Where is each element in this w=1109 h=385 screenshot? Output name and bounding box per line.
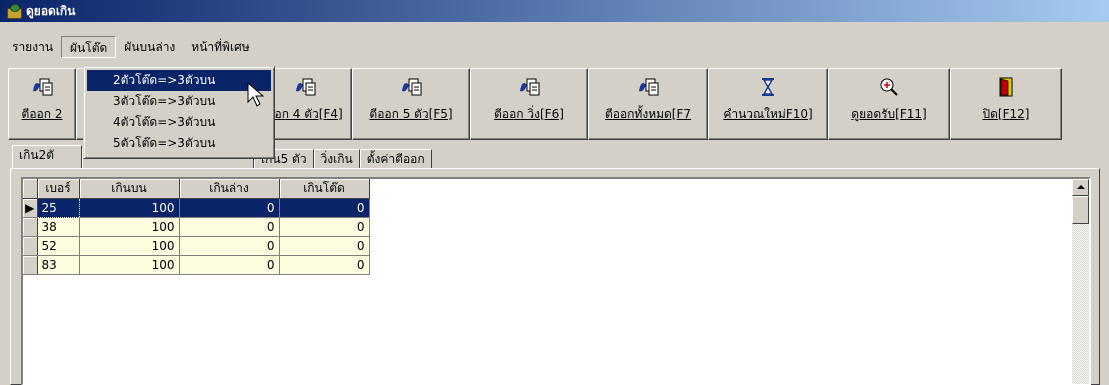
cell-over-bottom[interactable]: 0 xyxy=(179,198,280,218)
toad-convert-dropdown: 2ตัวโต๊ด=>3ตัวบน 3ตัวโต๊ด=>3ตัวบน 4ตัวโต… xyxy=(83,66,275,159)
menu-top-bottom-convert[interactable]: ผันบนล่าง xyxy=(116,36,183,58)
cell-over-top[interactable]: 100 xyxy=(79,255,180,275)
grid-table: เบอร์ เกินบน เกินล่าง เกินโต๊ด ▶ 25 100 … xyxy=(23,179,370,275)
table-row[interactable]: 52 100 0 0 xyxy=(23,236,370,256)
close-button[interactable]: ปิด[F12] xyxy=(950,68,1062,140)
menu-bar: รายงาน ผันโต๊ด ผันบนล่าง หน้าที่พิเศษ xyxy=(0,35,258,59)
vertical-scrollbar[interactable] xyxy=(1072,179,1089,384)
row-indicator xyxy=(23,255,38,275)
copy-docs-icon xyxy=(399,75,423,99)
money-bag-icon xyxy=(6,4,22,19)
copy-docs-icon xyxy=(636,75,660,99)
tab-panel: เบอร์ เกินบน เกินล่าง เกินโต๊ด ▶ 25 100 … xyxy=(10,168,1100,385)
cell-over-top[interactable]: 100 xyxy=(79,198,180,218)
cut-run-button[interactable]: ตีออก วิ่ง[F6] xyxy=(470,68,588,140)
cell-number[interactable]: 38 xyxy=(37,217,80,237)
cut-2-label: ตีออก 2 xyxy=(21,107,63,121)
cell-over-toad[interactable]: 0 xyxy=(279,198,370,218)
copy-docs-icon xyxy=(293,75,317,99)
copy-docs-icon xyxy=(30,75,54,99)
cut-2-button[interactable]: ตีออก 2 xyxy=(8,68,76,140)
current-row-arrow-icon: ▶ xyxy=(23,198,38,218)
cut-5-button[interactable]: ตีออก 5 ตัว[F5] xyxy=(352,68,470,140)
row-indicator-header xyxy=(23,179,38,199)
menu-item-4toad-to-3top[interactable]: 4ตัวโต๊ด=>3ตัวบน xyxy=(87,112,271,133)
table-row[interactable]: 38 100 0 0 xyxy=(23,217,370,237)
copy-docs-icon xyxy=(517,75,541,99)
cell-over-bottom[interactable]: 0 xyxy=(179,255,280,275)
cell-over-toad[interactable]: 0 xyxy=(279,217,370,237)
grid-header-row: เบอร์ เกินบน เกินล่าง เกินโต๊ด xyxy=(23,179,370,199)
table-row[interactable]: 83 100 0 0 xyxy=(23,255,370,275)
cell-number[interactable]: 83 xyxy=(37,255,80,275)
menu-item-5toad-to-3top[interactable]: 5ตัวโต๊ด=>3ตัวบน xyxy=(87,133,271,154)
column-header-number[interactable]: เบอร์ xyxy=(37,179,80,199)
cut-5-label: ตีออก 5 ตัว[F5] xyxy=(369,107,453,121)
cut-run-label: ตีออก วิ่ง[F6] xyxy=(494,107,564,121)
cell-over-bottom[interactable]: 0 xyxy=(179,217,280,237)
cut-all-label: ตีออกทั้งหมด[F7 xyxy=(604,107,692,121)
mouse-pointer-icon xyxy=(247,82,265,107)
cell-over-top[interactable]: 100 xyxy=(79,217,180,237)
column-header-over-toad[interactable]: เกินโต๊ด xyxy=(279,179,370,199)
menu-item-2toad-to-3top[interactable]: 2ตัวโต๊ด=>3ตัวบน xyxy=(87,70,271,91)
close-label: ปิด[F12] xyxy=(982,107,1030,121)
data-grid[interactable]: เบอร์ เกินบน เกินล่าง เกินโต๊ด ▶ 25 100 … xyxy=(21,177,1091,385)
table-row[interactable]: ▶ 25 100 0 0 xyxy=(23,198,370,218)
column-header-over-top[interactable]: เกินบน xyxy=(79,179,180,199)
row-indicator xyxy=(23,236,38,256)
exit-door-icon xyxy=(994,75,1018,99)
title-bar: ดูยอดเกิน xyxy=(0,0,1109,22)
recalculate-label: คำนวณใหม่F10] xyxy=(723,107,813,121)
menu-toad-convert[interactable]: ผันโต๊ด xyxy=(61,36,117,58)
cell-number[interactable]: 52 xyxy=(37,236,80,256)
window-title: ดูยอดเกิน xyxy=(26,3,76,18)
tab-cut-settings[interactable]: ตั้งค่าตีออก xyxy=(359,149,432,169)
cell-over-toad[interactable]: 0 xyxy=(279,255,370,275)
tab-run-over[interactable]: วิ่งเกิน xyxy=(313,149,360,169)
tab-over-2[interactable]: เกิน2ตั xyxy=(12,145,82,169)
row-indicator xyxy=(23,217,38,237)
hourglass-icon xyxy=(756,75,780,99)
cell-over-bottom[interactable]: 0 xyxy=(179,236,280,256)
menu-report[interactable]: รายงาน xyxy=(4,36,61,58)
scroll-up-arrow-icon[interactable] xyxy=(1072,179,1089,196)
view-received-label: ดูยอดรับ[F11] xyxy=(851,107,927,121)
menu-special-functions[interactable]: หน้าที่พิเศษ xyxy=(183,36,257,58)
cell-over-toad[interactable]: 0 xyxy=(279,236,370,256)
column-header-over-bottom[interactable]: เกินล่าง xyxy=(179,179,280,199)
recalculate-button[interactable]: คำนวณใหม่F10] xyxy=(708,68,828,140)
scroll-thumb[interactable] xyxy=(1072,196,1089,224)
zoom-in-icon xyxy=(877,75,901,99)
view-received-button[interactable]: ดูยอดรับ[F11] xyxy=(828,68,950,140)
menu-item-3toad-to-3top[interactable]: 3ตัวโต๊ด=>3ตัวบน xyxy=(87,91,271,112)
cell-over-top[interactable]: 100 xyxy=(79,236,180,256)
cut-all-button[interactable]: ตีออกทั้งหมด[F7 xyxy=(588,68,708,140)
cell-number[interactable]: 25 xyxy=(36,198,80,218)
cut-4-label: ออก 4 ตัว[F4] xyxy=(267,107,343,121)
